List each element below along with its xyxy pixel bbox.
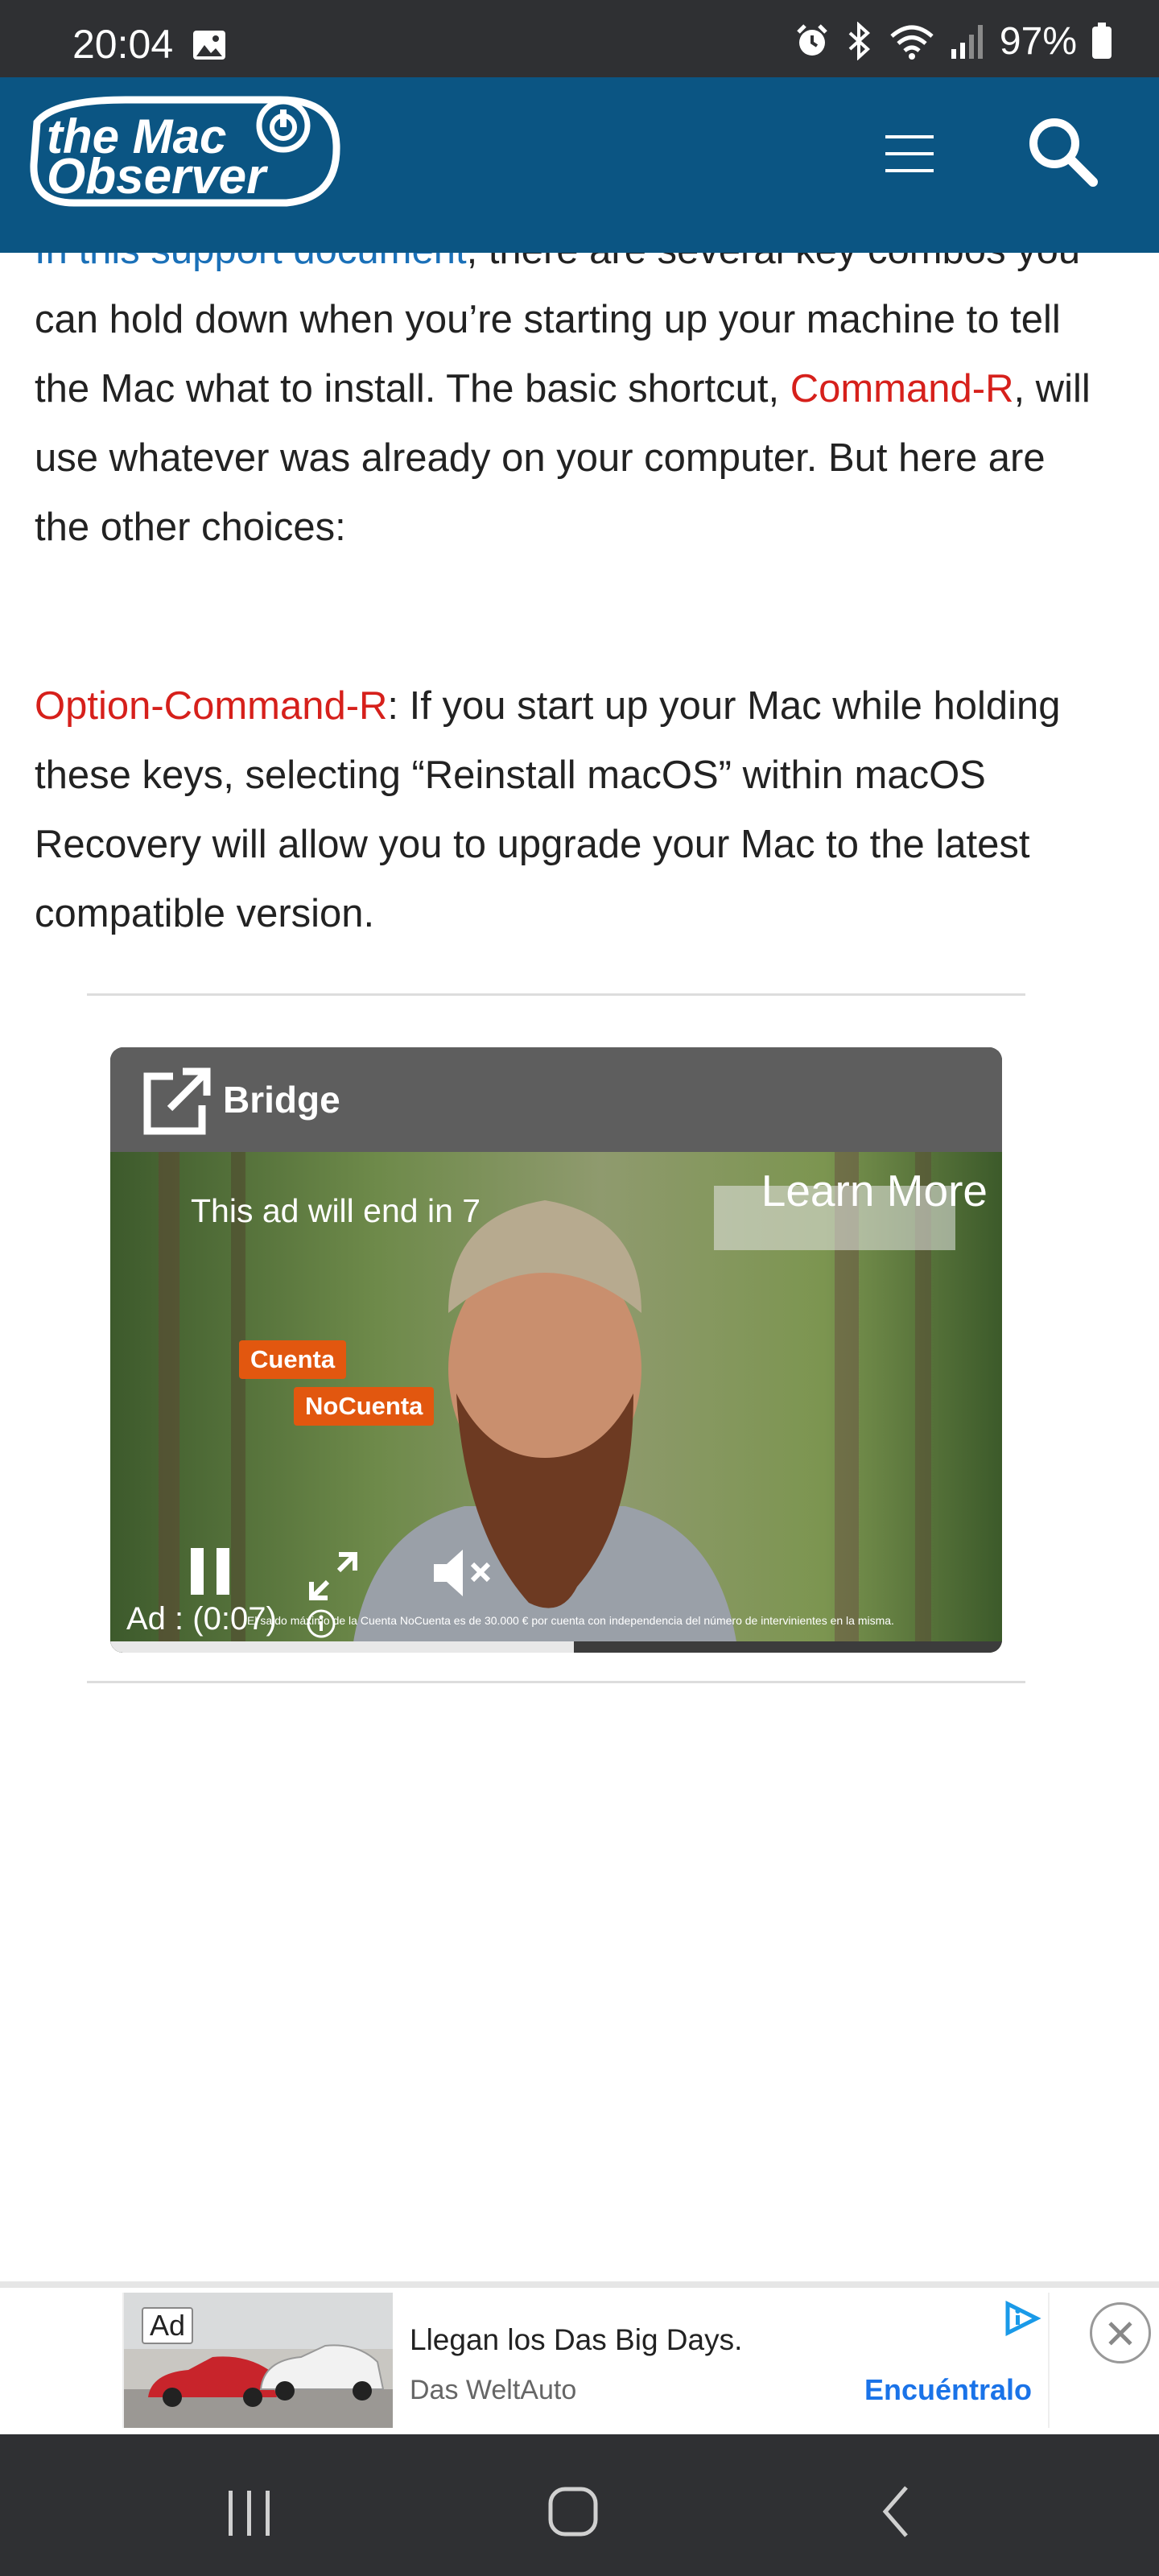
battery-percentage: 97% bbox=[999, 19, 1077, 63]
image-icon bbox=[193, 31, 225, 60]
search-icon[interactable] bbox=[1024, 113, 1101, 190]
video-progress-fill bbox=[110, 1641, 575, 1653]
status-icons: 97% bbox=[794, 19, 1112, 63]
ad-end-text: This ad will end in 7 bbox=[191, 1192, 481, 1229]
signal-icon bbox=[951, 25, 983, 59]
brand-chip-cuenta: Cuenta bbox=[239, 1340, 347, 1379]
alarm-icon bbox=[797, 24, 827, 56]
divider bbox=[87, 993, 1025, 996]
bluetooth-icon bbox=[848, 22, 870, 60]
divider bbox=[87, 1681, 1025, 1683]
menu-icon[interactable] bbox=[877, 129, 942, 179]
mute-icon[interactable] bbox=[431, 1545, 495, 1601]
learn-more-button[interactable]: Learn More bbox=[761, 1165, 988, 1216]
recents-icon[interactable] bbox=[217, 2479, 282, 2544]
close-icon[interactable]: ✕ bbox=[1090, 2302, 1151, 2363]
shortcut-command-r: Command-R bbox=[790, 367, 1014, 411]
logo-line2: Observer bbox=[47, 149, 268, 204]
article-paragraph: Option-Command-R: If you start up your M… bbox=[35, 671, 1105, 948]
status-bar: 20:04 97% bbox=[0, 0, 1159, 77]
ad-label: Ad bbox=[142, 2307, 194, 2344]
video-ad[interactable]: Bridge This ad will end in 7 Learn More … bbox=[110, 1047, 1002, 1653]
video-progress-bar[interactable] bbox=[110, 1641, 1002, 1653]
ad-advertiser: Das WeltAuto bbox=[410, 2375, 577, 2405]
shortcut-option-command-r: Option-Command-R bbox=[35, 684, 388, 728]
ad-headline[interactable]: Llegan los Das Big Days. bbox=[410, 2323, 742, 2357]
ad-card[interactable]: Ad Llegan los Das Big Days. Das WeltAuto… bbox=[122, 2293, 1050, 2428]
fullscreen-icon[interactable] bbox=[307, 1550, 360, 1603]
battery-icon bbox=[1092, 23, 1112, 59]
brand-chip-nocuenta: NoCuenta bbox=[294, 1387, 435, 1426]
ad-cta-link[interactable]: Encuéntralo bbox=[864, 2373, 1032, 2407]
navigation-bar bbox=[0, 2434, 1159, 2576]
bottom-banner-ad[interactable]: Ad Llegan los Das Big Days. Das WeltAuto… bbox=[0, 2281, 1159, 2436]
external-link-icon[interactable] bbox=[139, 1065, 213, 1139]
pause-icon[interactable] bbox=[188, 1545, 233, 1598]
wifi-icon bbox=[890, 25, 934, 60]
video-ad-title[interactable]: Bridge bbox=[223, 1078, 340, 1121]
adchoices-icon[interactable] bbox=[1001, 2301, 1041, 2336]
site-logo[interactable]: the Mac Observer bbox=[29, 87, 341, 209]
ad-disclaimer: El saldo máximo de la Cuenta NoCuenta es… bbox=[247, 1614, 894, 1627]
back-icon[interactable] bbox=[866, 2479, 930, 2544]
article-paragraph: In this support document, there are seve… bbox=[35, 253, 1105, 562]
home-icon[interactable] bbox=[541, 2479, 605, 2544]
video-ad-topbar: Bridge bbox=[110, 1047, 1002, 1152]
status-time: 20:04 bbox=[72, 22, 174, 67]
